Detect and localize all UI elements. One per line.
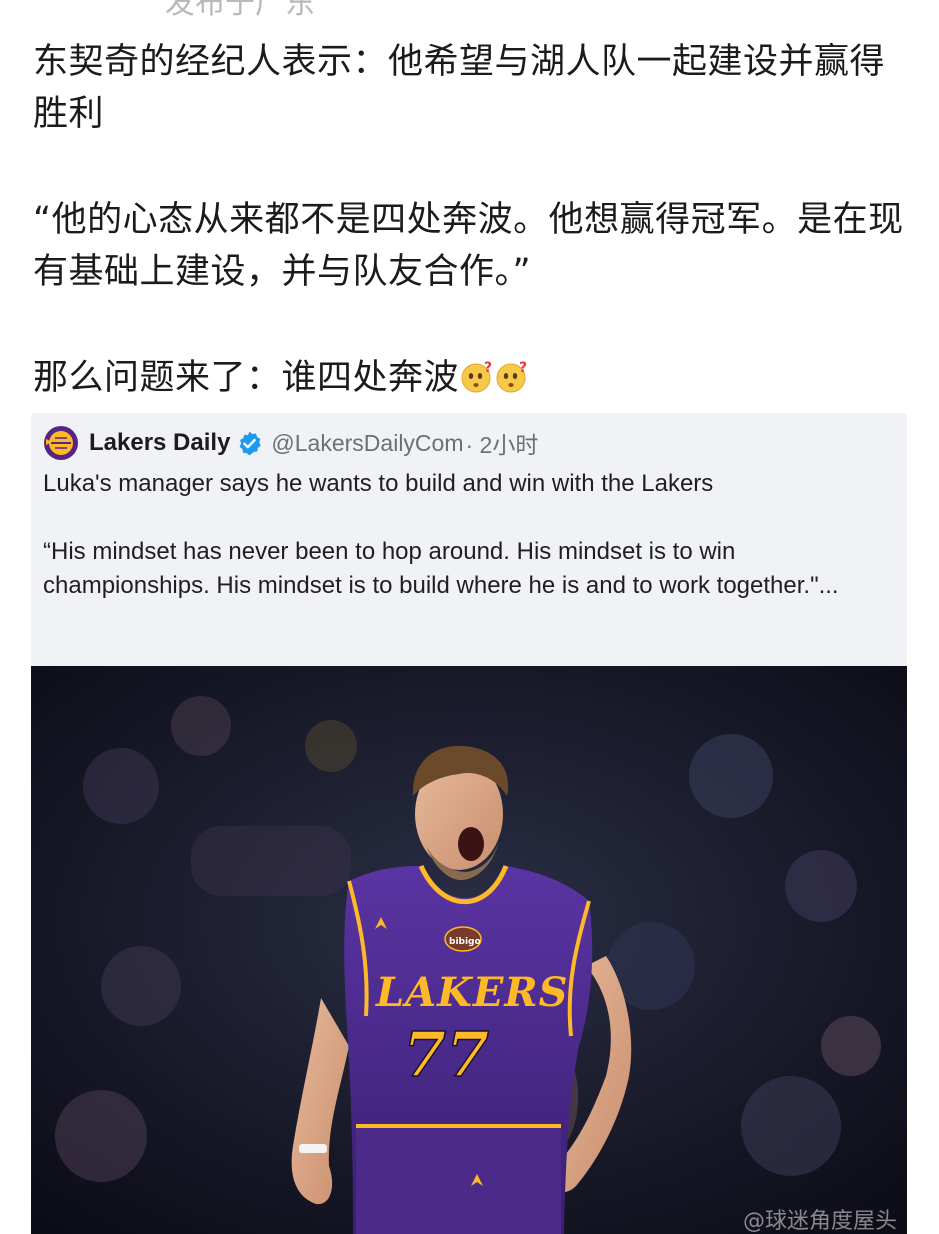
thinking-question-face-icon: ?: [461, 360, 493, 393]
verified-badge-icon: [240, 431, 262, 455]
post-question-text: 那么问题来了：谁四处奔波: [33, 358, 460, 398]
tweet-quote: “His mindset has never been to hop aroun…: [43, 538, 839, 599]
post-quote-text: “他的心态从来都不是四处奔波。他想赢得冠军。是在现有基础上建设，并与队友合作。”: [33, 200, 904, 292]
lakers-daily-avatar-icon[interactable]: [43, 425, 79, 461]
cutoff-header-text: 发布于广东: [165, 0, 315, 21]
svg-text:?: ?: [484, 360, 493, 376]
post-title-text: 东契奇的经纪人表示：他希望与湖人队一起建设并赢得胜利: [33, 42, 886, 134]
tweet-handle[interactable]: @LakersDailyCom: [271, 430, 463, 457]
post-question-line: 那么问题来了：谁四处奔波??: [33, 352, 913, 404]
player-photo[interactable]: LAKERS 77 bibigo @球迷角度屋头: [31, 666, 907, 1234]
tweet-header: Lakers Daily @LakersDailyCom · 2小时: [43, 423, 538, 463]
tweet-headline: Luka's manager says he wants to build an…: [43, 470, 714, 497]
tweet-timestamp: · 2小时: [465, 432, 539, 458]
svg-text:?: ?: [519, 360, 528, 376]
jersey-team-text: LAKERS: [375, 969, 569, 1016]
jersey-patch-text: bibigo: [449, 937, 481, 947]
embedded-tweet-card[interactable]: Lakers Daily @LakersDailyCom · 2小时 Luka'…: [31, 413, 907, 1234]
tweet-body: Luka's manager says he wants to build an…: [43, 467, 893, 603]
tweet-account-name[interactable]: Lakers Daily: [89, 429, 230, 457]
thinking-question-face-icon: ?: [496, 360, 528, 393]
photo-watermark: @球迷角度屋头: [743, 1209, 897, 1234]
jersey-number-text: 77: [403, 1018, 489, 1091]
